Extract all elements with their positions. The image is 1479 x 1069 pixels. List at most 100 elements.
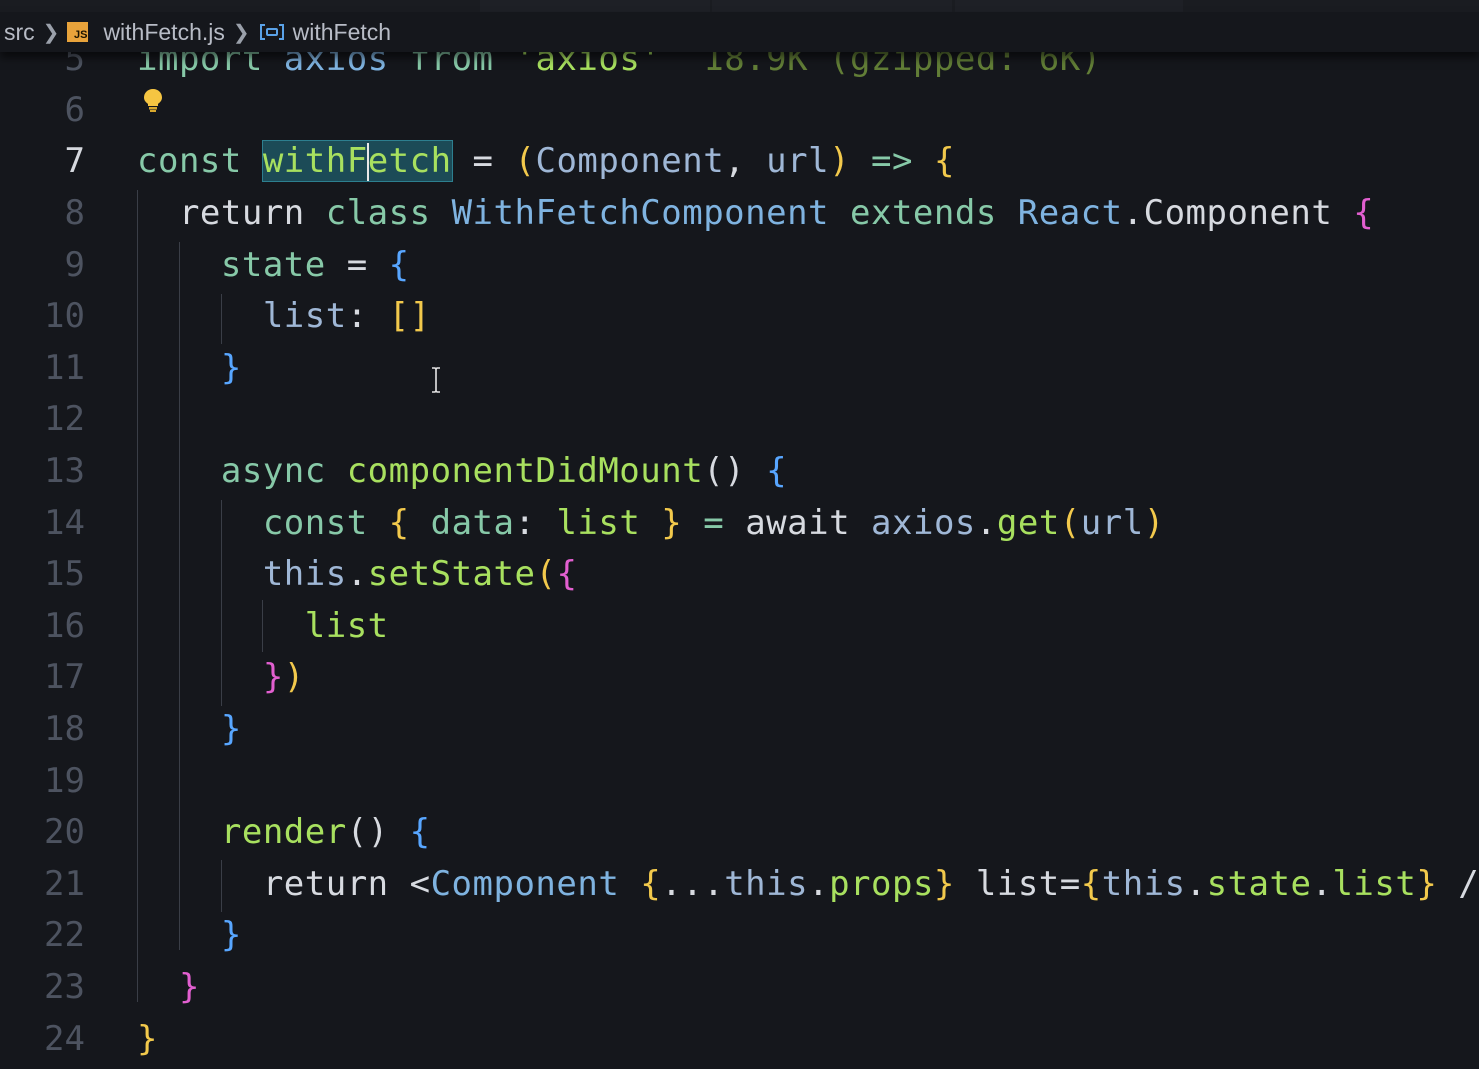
editor-tab[interactable] bbox=[480, 0, 710, 12]
line-number: 7 bbox=[64, 141, 85, 181]
code-line[interactable]: 10 list: [] bbox=[0, 290, 1479, 342]
js-file-icon: JS bbox=[67, 22, 89, 42]
code-text: } bbox=[137, 915, 242, 955]
token: ) bbox=[1143, 503, 1165, 543]
code-line[interactable]: 8 return class WithFetchComponent extend… bbox=[0, 187, 1479, 239]
code-line[interactable]: 21 return <Component {...this.props} lis… bbox=[0, 858, 1479, 910]
line-number: 17 bbox=[44, 657, 85, 697]
line-number: 24 bbox=[44, 1019, 85, 1059]
token: ( bbox=[514, 140, 536, 181]
code-text: state = { bbox=[137, 245, 410, 285]
breadcrumb-folder[interactable]: src bbox=[4, 19, 35, 46]
code-line[interactable]: 18 } bbox=[0, 703, 1479, 755]
token: this bbox=[137, 554, 347, 594]
line-number: 14 bbox=[44, 503, 85, 543]
token: : bbox=[346, 296, 389, 336]
token: list bbox=[137, 606, 389, 646]
token: } bbox=[137, 709, 242, 749]
code-line[interactable]: 20 render() { bbox=[0, 806, 1479, 858]
token: } bbox=[661, 503, 683, 543]
code-line[interactable]: 16 list bbox=[0, 600, 1479, 652]
token: { bbox=[1353, 193, 1375, 233]
token: = bbox=[682, 503, 746, 543]
token: return < bbox=[137, 864, 431, 904]
code-text: render() { bbox=[137, 812, 431, 852]
token: const bbox=[137, 140, 263, 181]
token: this bbox=[724, 864, 809, 904]
code-text: } bbox=[137, 348, 242, 388]
line-number: 9 bbox=[64, 245, 85, 285]
token: } bbox=[137, 657, 284, 697]
token: { bbox=[388, 503, 431, 543]
token: { bbox=[388, 245, 410, 285]
code-line[interactable]: 17 }) bbox=[0, 651, 1479, 703]
code-text: return <Component {...this.props} list={… bbox=[137, 864, 1479, 904]
token: async bbox=[137, 451, 347, 491]
token: } bbox=[137, 1019, 158, 1059]
token: list= bbox=[954, 864, 1081, 904]
token: url bbox=[766, 140, 830, 181]
token: setState bbox=[367, 554, 536, 594]
code-line[interactable]: 22 } bbox=[0, 909, 1479, 961]
editor-pane[interactable]: 5 import axios from 'axios' 18.9K (gzipp… bbox=[0, 0, 1479, 1069]
line-number: 8 bbox=[64, 193, 85, 233]
token: { bbox=[556, 554, 578, 594]
editor-tab[interactable] bbox=[955, 0, 1183, 12]
token: ) bbox=[829, 140, 851, 181]
token: ... bbox=[661, 864, 725, 904]
breadcrumb-file[interactable]: withFetch.js bbox=[103, 19, 224, 46]
lightbulb-icon[interactable] bbox=[141, 87, 165, 113]
tab-bar bbox=[0, 0, 1479, 12]
line-number: 6 bbox=[64, 90, 85, 130]
selected-symbol[interactable]: withFetch bbox=[261, 139, 453, 182]
line-number: 10 bbox=[44, 296, 85, 336]
token: ( bbox=[535, 554, 557, 594]
token: . bbox=[346, 554, 368, 594]
code-editor-window: 5 import axios from 'axios' 18.9K (gzipp… bbox=[0, 0, 1479, 1069]
code-line[interactable]: 13 async componentDidMount() { bbox=[0, 445, 1479, 497]
breadcrumb-symbol[interactable]: withFetch bbox=[293, 19, 391, 46]
token: Component bbox=[430, 864, 641, 904]
chevron-right-icon: ❯ bbox=[232, 21, 250, 44]
ibeam-cursor-icon bbox=[432, 367, 440, 393]
token: get bbox=[996, 503, 1060, 543]
token: const bbox=[137, 503, 389, 543]
token: url bbox=[1080, 503, 1144, 543]
code-text: } bbox=[137, 967, 200, 1007]
editor-tab[interactable] bbox=[712, 0, 952, 12]
line-number: 20 bbox=[44, 812, 85, 852]
code-text: list: [] bbox=[137, 296, 431, 336]
token: } bbox=[137, 967, 200, 1007]
code-text: return class WithFetchComponent extends … bbox=[137, 193, 1374, 233]
chevron-right-icon: ❯ bbox=[42, 21, 60, 44]
line-number: 22 bbox=[44, 915, 85, 955]
token: list bbox=[137, 296, 347, 336]
line-number: 18 bbox=[44, 709, 85, 749]
code-line[interactable]: 14 const { data: list } = await axios.ge… bbox=[0, 497, 1479, 549]
code-line-active[interactable]: 7 const withFetch = (Component, url) => … bbox=[0, 135, 1479, 187]
code-text: } bbox=[137, 1019, 158, 1059]
token: } bbox=[1416, 864, 1438, 904]
token: ( bbox=[1059, 503, 1081, 543]
token: await bbox=[745, 503, 872, 543]
token: extends bbox=[850, 193, 1018, 233]
text-caret bbox=[366, 143, 369, 182]
code-line[interactable]: 15 this.setState({ bbox=[0, 548, 1479, 600]
code-line[interactable]: 19 bbox=[0, 755, 1479, 807]
code-line[interactable]: 23 } bbox=[0, 961, 1479, 1013]
token: : bbox=[514, 503, 557, 543]
token: . bbox=[1311, 864, 1333, 904]
token: . bbox=[975, 503, 997, 543]
code-line[interactable]: 24 } bbox=[0, 1013, 1479, 1065]
code-line[interactable]: 6 bbox=[0, 84, 1479, 136]
code-line[interactable]: 9 state = { bbox=[0, 239, 1479, 291]
code-text: } bbox=[137, 709, 242, 749]
code-line[interactable]: 11 } bbox=[0, 342, 1479, 394]
code-text: }) bbox=[137, 657, 305, 697]
token: .Component bbox=[1122, 193, 1354, 233]
code-line[interactable]: 12 bbox=[0, 393, 1479, 445]
token: } bbox=[137, 348, 242, 388]
token: { bbox=[1080, 864, 1102, 904]
breadcrumb: src ❯ JS withFetch.js ❯ withFetch bbox=[0, 12, 1479, 52]
code-text: list bbox=[137, 606, 389, 646]
